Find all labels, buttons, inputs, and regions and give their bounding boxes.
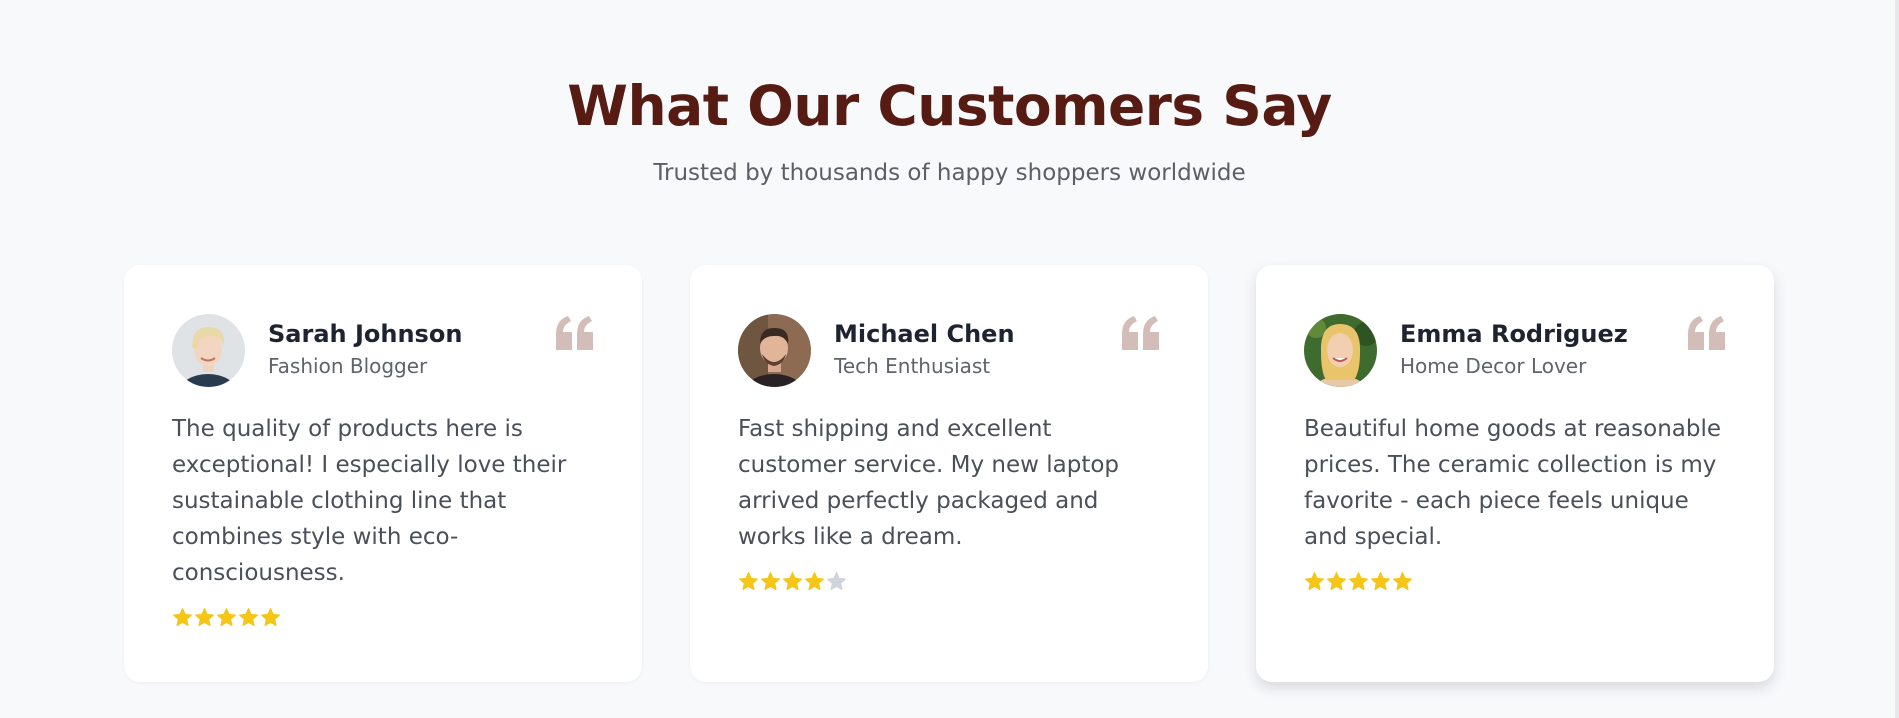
star-rating	[1304, 571, 1726, 592]
star-rating	[738, 571, 1160, 592]
star-filled-icon	[195, 608, 214, 627]
testimonial-header: Emma Rodriguez Home Decor Lover	[1304, 313, 1726, 387]
star-filled-icon	[1393, 572, 1412, 591]
star-filled-icon	[783, 572, 802, 591]
star-filled-icon	[1349, 572, 1368, 591]
section-title: What Our Customers Say	[567, 74, 1332, 138]
star-filled-icon	[239, 608, 258, 627]
reviewer-name: Sarah Johnson	[268, 319, 463, 348]
quote-icon	[556, 316, 593, 350]
reviewer-name: Emma Rodriguez	[1400, 319, 1628, 348]
testimonial-card: Emma Rodriguez Home Decor Lover Beautifu…	[1256, 265, 1774, 682]
avatar	[1304, 313, 1377, 387]
star-filled-icon	[217, 608, 236, 627]
avatar	[172, 313, 245, 387]
testimonial-card: Sarah Johnson Fashion Blogger The qualit…	[124, 265, 642, 682]
star-filled-icon	[1327, 572, 1346, 591]
avatar	[738, 313, 811, 387]
testimonial-card: Michael Chen Tech Enthusiast Fast shippi…	[690, 265, 1208, 682]
reviewer-role: Home Decor Lover	[1400, 353, 1587, 378]
star-empty-icon	[827, 572, 846, 591]
testimonial-text: Beautiful home goods at reasonable price…	[1304, 416, 1722, 550]
testimonial-text: Fast shipping and excellent customer ser…	[738, 416, 1120, 550]
reviewer-role: Fashion Blogger	[268, 353, 428, 378]
star-filled-icon	[261, 608, 280, 627]
star-filled-icon	[805, 572, 824, 591]
reviewer-name: Michael Chen	[834, 319, 1015, 348]
testimonial-text: The quality of products here is exceptio…	[172, 416, 567, 586]
quote-icon	[1122, 316, 1159, 350]
quote-icon	[1688, 316, 1725, 350]
section-subtitle: Trusted by thousands of happy shoppers w…	[653, 160, 1246, 186]
star-filled-icon	[1371, 572, 1390, 591]
star-filled-icon	[173, 608, 192, 627]
testimonial-header: Sarah Johnson Fashion Blogger	[172, 313, 594, 387]
reviewer-role: Tech Enthusiast	[834, 353, 991, 378]
star-filled-icon	[761, 572, 780, 591]
testimonial-header: Michael Chen Tech Enthusiast	[738, 313, 1160, 387]
star-filled-icon	[1305, 572, 1324, 591]
star-rating	[172, 607, 594, 628]
star-filled-icon	[739, 572, 758, 591]
